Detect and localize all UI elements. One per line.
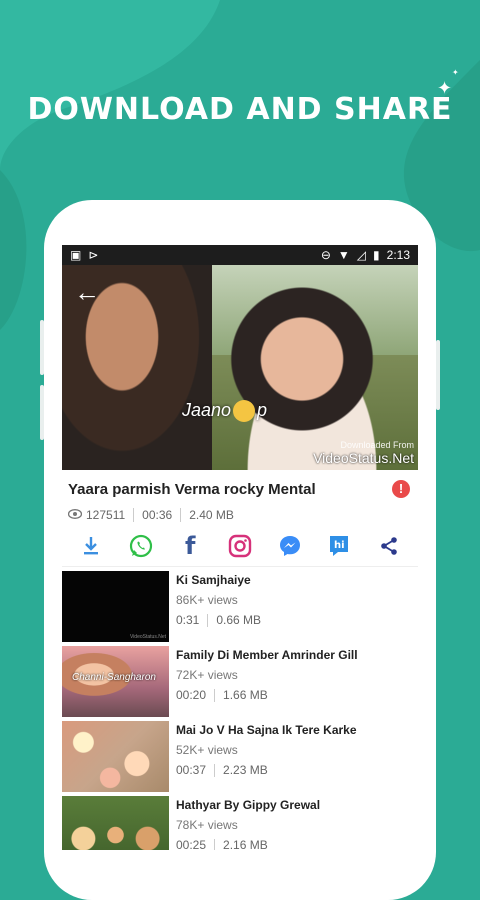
item-size: 2.16 MB <box>223 838 268 850</box>
video-thumbnail[interactable]: VideoStatus.Net <box>62 571 169 642</box>
list-item[interactable]: Channi-Sangharon Family Di Member Amrind… <box>62 646 418 721</box>
sparkle-icon: ✦ <box>437 78 453 98</box>
item-duration: 00:37 <box>176 763 207 777</box>
dnd-icon: ⊖ <box>320 248 331 262</box>
sparkle-small-icon: ✦ <box>452 68 459 77</box>
item-views: 52K+ views <box>176 743 238 757</box>
item-title: Mai Jo V Ha Sajna Ik Tere Karke <box>176 723 357 737</box>
item-size: 0.66 MB <box>216 613 262 627</box>
video-duration: 00:36 <box>142 508 173 522</box>
smiley-icon <box>233 400 256 423</box>
view-count: 127511 <box>86 508 126 522</box>
report-icon[interactable]: ! <box>392 480 410 498</box>
share-icon[interactable] <box>376 533 402 559</box>
video-player[interactable]: ← Jaano p Downloaded From VideoStatus.Net <box>62 265 418 470</box>
phone-side-button <box>40 320 44 375</box>
eye-icon <box>67 508 83 522</box>
headline: DOWNLOAD AND SHARE <box>27 92 453 127</box>
video-overlay-logo: Jaano p <box>182 400 267 423</box>
app-notification-icon: ⊳ <box>88 248 99 262</box>
list-item[interactable]: VideoStatus.Net Ki Samjhaiye 86K+ views … <box>62 571 418 646</box>
video-title: Yaara parmish Verma rocky Mental <box>68 480 316 498</box>
messenger-icon[interactable] <box>277 533 303 559</box>
item-title: Hathyar By Gippy Grewal <box>176 798 321 812</box>
phone-side-button <box>436 340 440 410</box>
video-thumbnail[interactable] <box>62 721 169 792</box>
item-views: 78K+ views <box>176 818 238 832</box>
video-size: 2.40 MB <box>189 508 234 522</box>
phone-side-button <box>40 385 44 440</box>
facebook-icon[interactable]: f <box>177 532 203 560</box>
svg-text:hi: hi <box>334 540 345 551</box>
image-notification-icon: ▣ <box>70 248 82 262</box>
item-title: Family Di Member Amrinder Gill <box>176 648 358 662</box>
item-views: 72K+ views <box>176 668 238 682</box>
related-video-list: VideoStatus.Net Ki Samjhaiye 86K+ views … <box>62 567 418 850</box>
share-toolbar: f hi <box>62 526 418 567</box>
app-screen: ▣ ⊳ ⊖ ▼ ◿ ▮ 2:13 ← Jaano p Downloaded Fro… <box>62 245 418 850</box>
item-duration: 00:20 <box>176 688 207 702</box>
video-thumbnail[interactable] <box>62 796 169 850</box>
wifi-icon: ▼ <box>337 248 350 262</box>
item-duration: 00:25 <box>176 838 207 850</box>
item-views: 86K+ views <box>176 593 238 607</box>
battery-icon: ▮ <box>373 248 380 262</box>
list-item[interactable]: Mai Jo V Ha Sajna Ik Tere Karke 52K+ vie… <box>62 721 418 796</box>
item-size: 1.66 MB <box>223 688 268 702</box>
video-meta: 127511 00:36 2.40 MB <box>62 504 418 526</box>
whatsapp-icon[interactable] <box>128 533 154 559</box>
item-size: 2.23 MB <box>223 763 268 777</box>
hike-icon[interactable]: hi <box>326 533 352 559</box>
signal-icon: ◿ <box>356 248 367 262</box>
download-icon[interactable] <box>78 533 104 559</box>
item-title: Ki Samjhaiye <box>176 573 251 587</box>
back-arrow-icon[interactable]: ← <box>74 279 100 305</box>
status-time: 2:13 <box>386 248 410 262</box>
item-duration: 0:31 <box>176 613 200 627</box>
video-watermark: Downloaded From VideoStatus.Net <box>313 440 414 466</box>
list-item[interactable]: Hathyar By Gippy Grewal 78K+ views 00:25… <box>62 796 418 850</box>
status-bar: ▣ ⊳ ⊖ ▼ ◿ ▮ 2:13 <box>62 245 418 265</box>
instagram-icon[interactable] <box>227 533 253 559</box>
video-thumbnail[interactable]: Channi-Sangharon <box>62 646 169 717</box>
